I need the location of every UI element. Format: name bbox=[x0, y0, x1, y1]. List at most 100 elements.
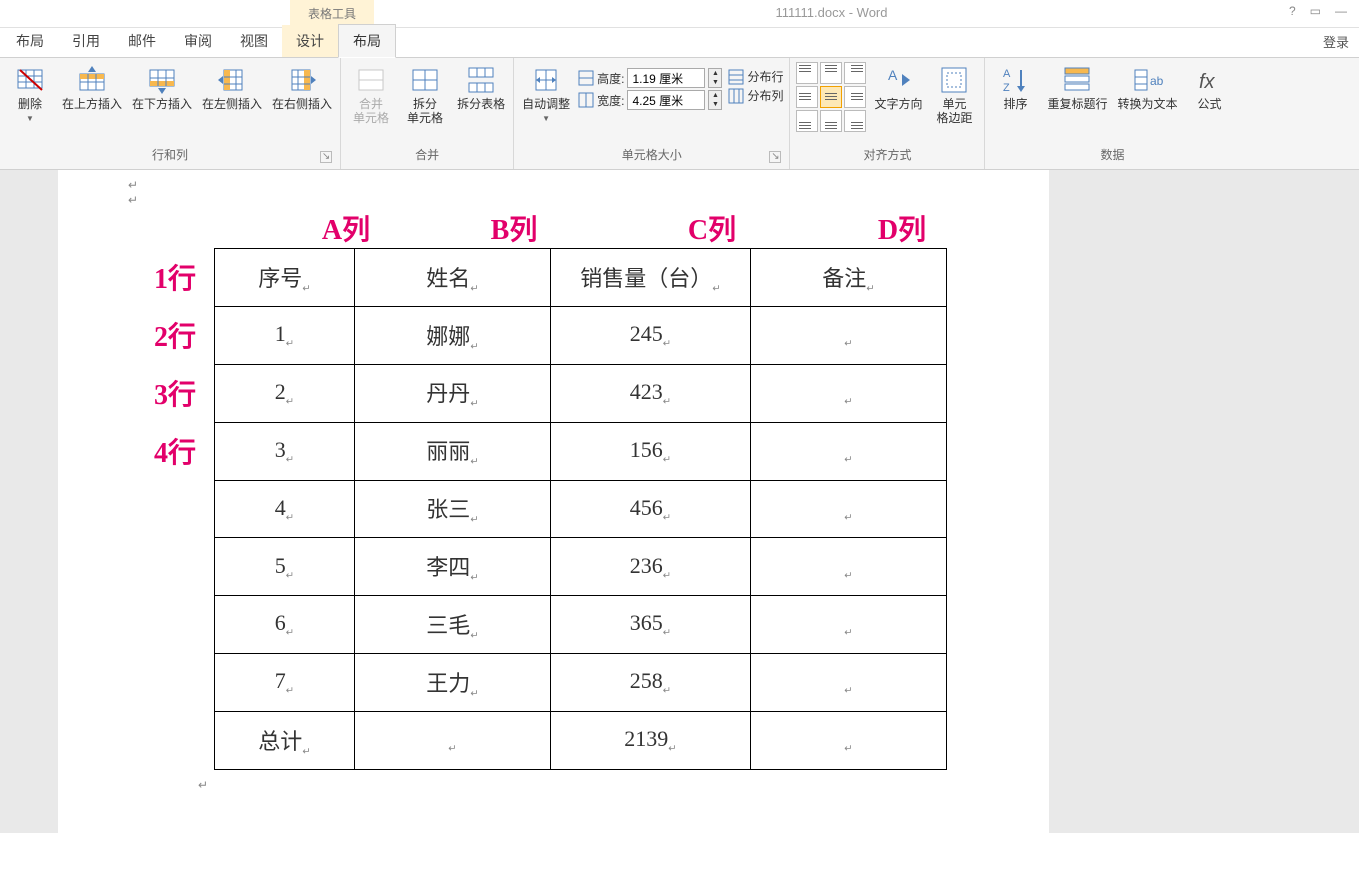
table-cell[interactable]: 2↵ bbox=[215, 364, 355, 422]
minimize-icon[interactable]: — bbox=[1335, 4, 1347, 27]
dialog-launcher-icon[interactable]: ↘ bbox=[769, 151, 781, 163]
table-cell[interactable]: 姓名↵ bbox=[355, 249, 551, 307]
document-page[interactable]: ↵ ↵ A列 B列 C列 D列 1行2行3行4行序号↵姓名↵销售量（台）↵备注↵… bbox=[58, 170, 1049, 833]
table-row[interactable]: 5↵李四↵236↵↵ bbox=[215, 538, 947, 596]
table-cell[interactable]: 李四↵ bbox=[355, 538, 551, 596]
split-cells-button[interactable]: 拆分 单元格 bbox=[401, 62, 449, 128]
table-cell[interactable]: 5↵ bbox=[215, 538, 355, 596]
tab-view[interactable]: 视图 bbox=[226, 25, 282, 57]
tab-mailings[interactable]: 邮件 bbox=[114, 25, 170, 57]
tab-table-layout[interactable]: 布局 bbox=[338, 24, 396, 58]
distribute-rows-button[interactable]: 分布行 bbox=[728, 68, 783, 85]
table-cell[interactable]: 张三↵ bbox=[355, 480, 551, 538]
distribute-cols-button[interactable]: 分布列 bbox=[728, 87, 783, 104]
tab-table-design[interactable]: 设计 bbox=[282, 25, 338, 57]
align-top-right[interactable] bbox=[844, 62, 866, 84]
table-row[interactable]: 2↵丹丹↵423↵↵ bbox=[215, 364, 947, 422]
document-title: 111111.docx - Word bbox=[374, 0, 1289, 27]
table-cell[interactable]: 1↵ bbox=[215, 306, 355, 364]
table-cell[interactable]: 245↵ bbox=[551, 306, 751, 364]
login-link[interactable]: 登录 bbox=[1313, 26, 1359, 57]
convert-to-text-label: 转换为文本 bbox=[1117, 98, 1177, 112]
table-cell[interactable]: 总计↵ bbox=[215, 712, 355, 770]
table-cell[interactable]: ↵ bbox=[751, 306, 947, 364]
table-cell[interactable]: 423↵ bbox=[551, 364, 751, 422]
paragraph-mark: ↵ bbox=[128, 178, 1049, 193]
table-cell[interactable]: 销售量（台）↵ bbox=[551, 249, 751, 307]
formula-button[interactable]: fx 公式 bbox=[1186, 62, 1234, 114]
table-row[interactable]: 6↵三毛↵365↵↵ bbox=[215, 596, 947, 654]
table-cell[interactable]: 156↵ bbox=[551, 422, 751, 480]
repeat-header-button[interactable]: 重复标题行 bbox=[1045, 62, 1109, 114]
col-width-icon bbox=[578, 92, 594, 108]
split-table-button[interactable]: 拆分表格 bbox=[455, 62, 507, 114]
table-cell[interactable]: 丹丹↵ bbox=[355, 364, 551, 422]
insert-right-button[interactable]: 在右侧插入 bbox=[270, 62, 334, 114]
repeat-header-label: 重复标题行 bbox=[1047, 98, 1107, 112]
table-cell[interactable]: ↵ bbox=[751, 422, 947, 480]
restore-icon[interactable]: ▭ bbox=[1310, 4, 1321, 27]
width-label: 宽度: bbox=[597, 92, 624, 109]
sort-button[interactable]: AZ 排序 bbox=[991, 62, 1039, 114]
insert-above-button[interactable]: 在上方插入 bbox=[60, 62, 124, 114]
insert-left-button[interactable]: 在左侧插入 bbox=[200, 62, 264, 114]
table-row[interactable]: 1↵娜娜↵245↵↵ bbox=[215, 306, 947, 364]
align-top-center[interactable] bbox=[820, 62, 842, 84]
align-mid-right[interactable] bbox=[844, 86, 866, 108]
align-bot-center[interactable] bbox=[820, 110, 842, 132]
group-cell-size: 自动调整 ▼ 高度: ▲▼ 宽度: ▲▼ bbox=[514, 58, 790, 169]
table-cell[interactable]: 7↵ bbox=[215, 654, 355, 712]
table-cell[interactable]: ↵ bbox=[751, 654, 947, 712]
convert-to-text-button[interactable]: ab 转换为文本 bbox=[1115, 62, 1179, 114]
table-cell[interactable]: 456↵ bbox=[551, 480, 751, 538]
align-mid-left[interactable] bbox=[796, 86, 818, 108]
table-cell[interactable]: ↵ bbox=[751, 364, 947, 422]
table-cell[interactable]: 6↵ bbox=[215, 596, 355, 654]
delete-button[interactable]: 删除 ▼ bbox=[6, 62, 54, 125]
height-spinner[interactable]: ▲▼ bbox=[708, 68, 722, 88]
dialog-launcher-icon[interactable]: ↘ bbox=[320, 151, 332, 163]
sales-table[interactable]: 序号↵姓名↵销售量（台）↵备注↵1↵娜娜↵245↵↵2↵丹丹↵423↵↵3↵丽丽… bbox=[214, 248, 947, 770]
dropdown-icon: ▼ bbox=[26, 114, 34, 123]
table-cell[interactable]: ↵ bbox=[751, 712, 947, 770]
group-rows-cols: 删除 ▼ 在上方插入 在下方插入 在左侧插入 在右侧插入 行和列↘ bbox=[0, 58, 341, 169]
table-cell[interactable]: ↵ bbox=[355, 712, 551, 770]
table-row[interactable]: 3↵丽丽↵156↵↵ bbox=[215, 422, 947, 480]
table-cell[interactable]: ↵ bbox=[751, 480, 947, 538]
table-row[interactable]: 4↵张三↵456↵↵ bbox=[215, 480, 947, 538]
align-mid-center[interactable] bbox=[820, 86, 842, 108]
table-row[interactable]: 总计↵↵2139↵↵ bbox=[215, 712, 947, 770]
height-input[interactable] bbox=[627, 68, 705, 88]
cell-margins-button[interactable]: 单元 格边距 bbox=[930, 62, 978, 128]
table-row[interactable]: 序号↵姓名↵销售量（台）↵备注↵ bbox=[215, 249, 947, 307]
table-cell[interactable]: 3↵ bbox=[215, 422, 355, 480]
text-direction-icon: A bbox=[882, 64, 914, 96]
table-cell[interactable]: ↵ bbox=[751, 538, 947, 596]
autofit-button[interactable]: 自动调整 ▼ bbox=[520, 62, 572, 125]
col-label-d: D列 bbox=[812, 208, 992, 248]
tab-review[interactable]: 审阅 bbox=[170, 25, 226, 57]
table-cell[interactable]: 365↵ bbox=[551, 596, 751, 654]
table-cell[interactable]: 三毛↵ bbox=[355, 596, 551, 654]
table-cell[interactable]: 备注↵ bbox=[751, 249, 947, 307]
table-row[interactable]: 7↵王力↵258↵↵ bbox=[215, 654, 947, 712]
align-top-left[interactable] bbox=[796, 62, 818, 84]
help-icon[interactable]: ? bbox=[1289, 4, 1296, 27]
table-cell[interactable]: 序号↵ bbox=[215, 249, 355, 307]
table-cell[interactable]: 丽丽↵ bbox=[355, 422, 551, 480]
table-cell[interactable]: 236↵ bbox=[551, 538, 751, 596]
table-cell[interactable]: ↵ bbox=[751, 596, 947, 654]
text-direction-button[interactable]: A 文字方向 bbox=[872, 62, 924, 114]
width-input[interactable] bbox=[627, 90, 705, 110]
table-cell[interactable]: 258↵ bbox=[551, 654, 751, 712]
align-bot-left[interactable] bbox=[796, 110, 818, 132]
insert-below-button[interactable]: 在下方插入 bbox=[130, 62, 194, 114]
table-cell[interactable]: 王力↵ bbox=[355, 654, 551, 712]
align-bot-right[interactable] bbox=[844, 110, 866, 132]
table-cell[interactable]: 2139↵ bbox=[551, 712, 751, 770]
width-spinner[interactable]: ▲▼ bbox=[708, 90, 722, 110]
table-cell[interactable]: 娜娜↵ bbox=[355, 306, 551, 364]
tab-references[interactable]: 引用 bbox=[58, 25, 114, 57]
table-cell[interactable]: 4↵ bbox=[215, 480, 355, 538]
tab-page-layout[interactable]: 布局 bbox=[2, 25, 58, 57]
